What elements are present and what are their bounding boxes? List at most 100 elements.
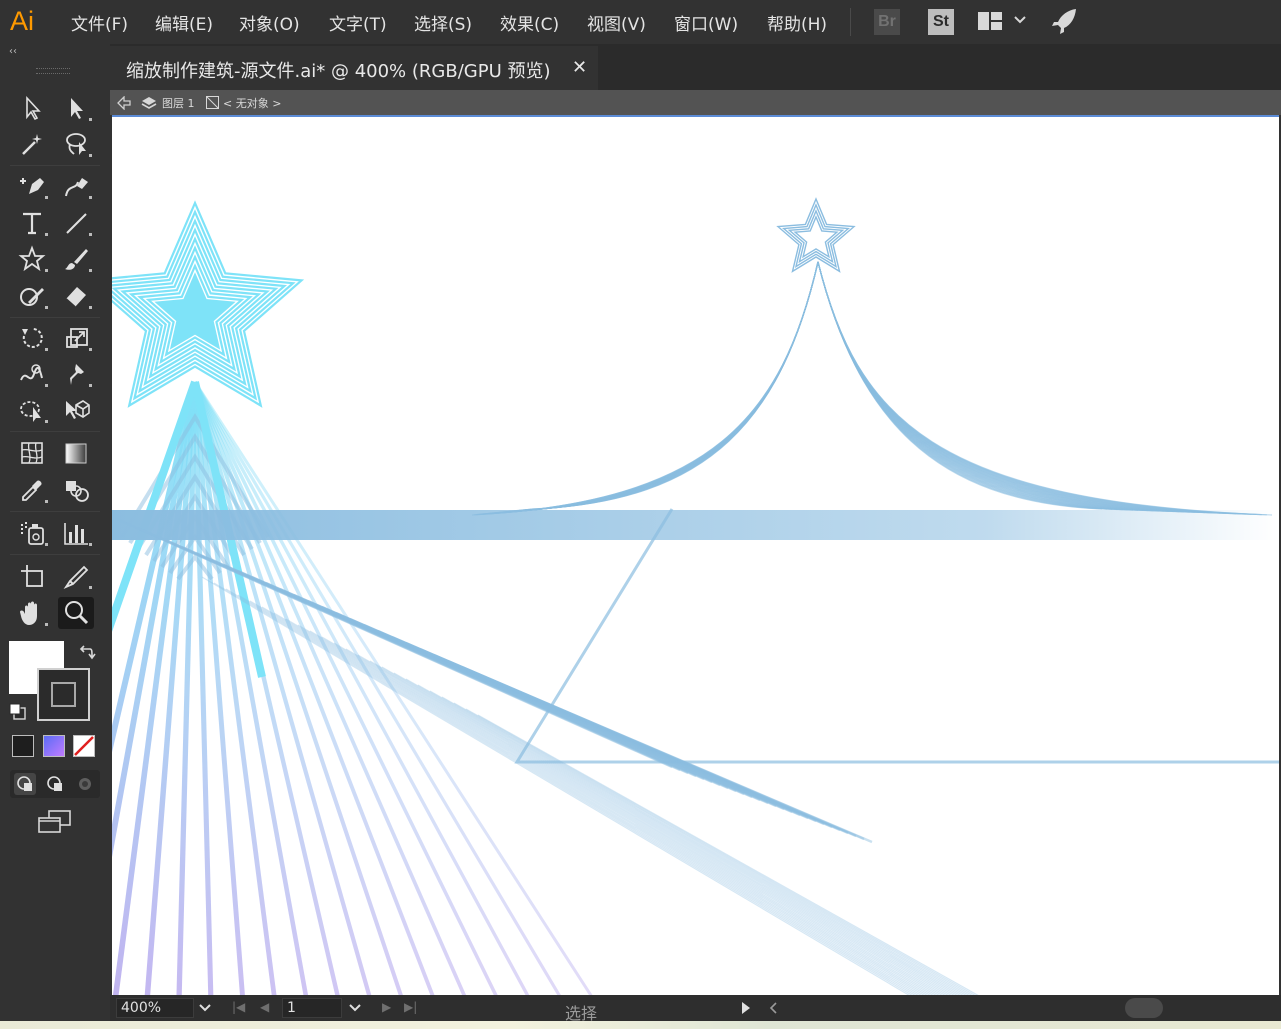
- shaper-tool[interactable]: [14, 280, 50, 312]
- menu-select[interactable]: 选择(S): [414, 10, 472, 35]
- free-transform-tool[interactable]: [14, 394, 50, 426]
- pen-tool[interactable]: [14, 170, 50, 202]
- status-bar: 400% |◀ ◀ 1 ▶ ▶| 选择: [110, 995, 1281, 1023]
- direct-selection-tool-icon: [71, 98, 92, 121]
- hand-tool[interactable]: [14, 597, 50, 629]
- puppet-warp-tool-icon: [70, 364, 92, 387]
- warp-tool-icon: [20, 364, 48, 387]
- horizon-bands: [112, 508, 1279, 856]
- tool-separator: [10, 511, 100, 512]
- hand-tool-icon: [20, 601, 48, 626]
- swap-fill-stroke-icon[interactable]: [78, 643, 96, 661]
- panel-grip[interactable]: [36, 68, 70, 74]
- zoom-tool[interactable]: [58, 597, 94, 629]
- slice-tool[interactable]: [58, 560, 94, 592]
- menu-object[interactable]: 对象(O): [239, 10, 300, 35]
- scale-tool-icon: [66, 328, 92, 351]
- menu-effect[interactable]: 效果(C): [500, 10, 559, 35]
- workspace-layout-icon[interactable]: [977, 11, 1003, 31]
- next-artboard-icon[interactable]: ▶: [382, 1000, 391, 1014]
- stock-button[interactable]: St: [928, 9, 954, 35]
- magic-wand-tool[interactable]: [14, 128, 50, 160]
- draw-normal-icon[interactable]: [14, 773, 36, 795]
- warp-tool[interactable]: [14, 358, 50, 390]
- mesh-tool[interactable]: [14, 437, 50, 469]
- horizontal-scrollbar-thumb[interactable]: [1125, 998, 1163, 1018]
- star-tool-icon: [18, 245, 48, 272]
- scroll-left-icon[interactable]: [768, 1001, 778, 1015]
- column-graph-tool[interactable]: [58, 517, 94, 549]
- draw-behind-icon[interactable]: [44, 773, 66, 795]
- eyedropper-tool-icon: [22, 480, 48, 503]
- shape-builder-tool-icon: [66, 400, 90, 419]
- back-arrow-icon[interactable]: [117, 96, 131, 110]
- paintbrush-tool-icon: [65, 249, 92, 272]
- bridge-button[interactable]: Br: [874, 9, 900, 35]
- artboard-tool[interactable]: [14, 560, 50, 592]
- rotate-tool[interactable]: [14, 322, 50, 354]
- menu-edit[interactable]: 编辑(E): [155, 10, 213, 35]
- artboard-number-field[interactable]: 1: [282, 998, 342, 1018]
- blend-tool-icon: [66, 481, 89, 502]
- last-artboard-icon[interactable]: ▶|: [404, 1000, 417, 1014]
- tool-separator: [10, 554, 100, 555]
- status-menu-arrow-icon[interactable]: [740, 1001, 752, 1015]
- line-segment-tool[interactable]: [58, 207, 94, 239]
- direct-selection-tool[interactable]: [58, 92, 94, 124]
- chevron-down-icon[interactable]: [1013, 15, 1027, 25]
- gradient-tool-icon: [65, 443, 87, 464]
- document-tab[interactable]: 缩放制作建筑-源文件.ai* @ 400% (RGB/GPU 预览) ✕: [110, 46, 598, 90]
- first-artboard-icon[interactable]: |◀: [232, 1000, 245, 1014]
- collapse-panel-icon[interactable]: ‹‹: [9, 46, 17, 57]
- shape-builder-tool[interactable]: [58, 394, 94, 426]
- screen-mode-icon[interactable]: [37, 808, 73, 836]
- paintbrush-tool[interactable]: [58, 243, 94, 275]
- curvature-tool[interactable]: [58, 170, 94, 202]
- menu-window[interactable]: 窗口(W): [674, 10, 738, 35]
- menu-bar: Ai 文件(F) 编辑(E) 对象(O) 文字(T) 选择(S) 效果(C) 视…: [0, 0, 1281, 44]
- breadcrumb-object[interactable]: < 无对象 >: [223, 95, 281, 111]
- layers-icon: [141, 97, 157, 109]
- eraser-tool[interactable]: [58, 280, 94, 312]
- tool-separator: [10, 317, 100, 318]
- lasso-tool-icon: [66, 133, 92, 157]
- stroke-swatch[interactable]: [37, 668, 90, 721]
- eyedropper-tool[interactable]: [14, 474, 50, 506]
- none-mode-icon[interactable]: [73, 735, 95, 757]
- blend-tool[interactable]: [58, 474, 94, 506]
- type-tool[interactable]: [14, 207, 50, 239]
- menu-divider: [850, 8, 851, 36]
- isolation-mode-bar: 图层 1 < 无对象 >: [110, 90, 1281, 115]
- menu-view[interactable]: 视图(V): [587, 10, 646, 35]
- column-graph-tool-icon: [64, 523, 92, 546]
- type-tool-icon: [23, 212, 48, 236]
- draw-inside-icon[interactable]: [74, 773, 96, 795]
- star-tool[interactable]: [14, 243, 50, 275]
- artboard-canvas[interactable]: [112, 115, 1279, 995]
- menu-help[interactable]: 帮助(H): [767, 10, 827, 35]
- menu-file[interactable]: 文件(F): [71, 10, 128, 35]
- illustrator-logo: Ai: [10, 6, 35, 36]
- breadcrumb-layer[interactable]: 图层 1: [162, 95, 195, 111]
- artwork: [112, 197, 1279, 995]
- menu-type[interactable]: 文字(T): [329, 10, 387, 35]
- close-icon[interactable]: ✕: [572, 57, 587, 78]
- scale-tool[interactable]: [58, 322, 94, 354]
- gradient-mode-button[interactable]: [43, 735, 65, 757]
- gradient-tool[interactable]: [58, 437, 94, 469]
- selection-tool[interactable]: [14, 92, 50, 124]
- zoom-dropdown-chevron-icon[interactable]: [198, 1003, 212, 1013]
- zoom-tool-icon: [65, 601, 89, 625]
- lasso-tool[interactable]: [58, 128, 94, 160]
- document-tab-title: 缩放制作建筑-源文件.ai* @ 400% (RGB/GPU 预览): [126, 61, 551, 82]
- previous-artboard-icon[interactable]: ◀: [260, 1000, 269, 1014]
- color-mode-button[interactable]: [12, 735, 34, 757]
- puppet-warp-tool[interactable]: [58, 358, 94, 390]
- rocket-icon[interactable]: [1050, 6, 1080, 36]
- shaper-tool-icon: [20, 288, 48, 309]
- zoom-level-field[interactable]: 400%: [116, 998, 194, 1018]
- symbol-sprayer-tool[interactable]: [14, 517, 50, 549]
- default-fill-stroke-icon[interactable]: [9, 703, 27, 721]
- artboard-dropdown-chevron-icon[interactable]: [348, 1003, 362, 1013]
- pen-tool-icon: [20, 178, 48, 199]
